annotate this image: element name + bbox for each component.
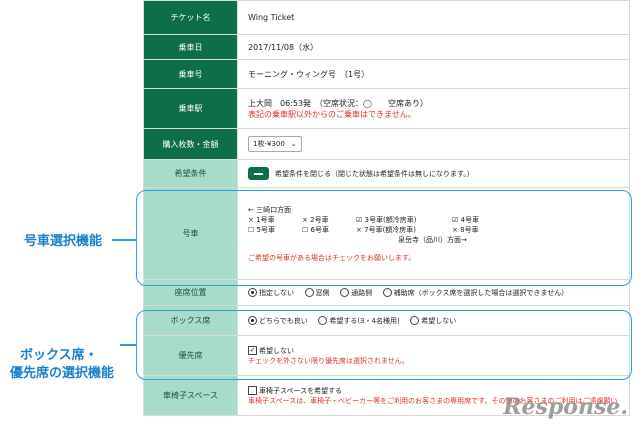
label-quantity: 購入枚数・金額 (143, 128, 238, 160)
box-priority-highlight (136, 310, 632, 380)
value-ticket: Wing Ticket (237, 0, 630, 35)
callout-box-priority-2: 優先席の選択機能 (10, 366, 115, 381)
collapse-conditions-button[interactable] (248, 167, 269, 180)
box-priority-leader (120, 344, 136, 346)
station-info: 上大岡 06:53発 （空席状況：◯ 空席あり） (248, 98, 429, 108)
row-conditions: 希望条件 希望条件を閉じる（閉じた状態は希望条件は無しになります。） (143, 159, 630, 188)
seat-position-option-1[interactable]: 窓側 (304, 288, 330, 297)
value-station: 上大岡 06:53発 （空席状況：◯ 空席あり） 表記の乗車駅以外からのご乗車は… (237, 88, 630, 129)
car-select-highlight (136, 190, 632, 286)
label-wheelchair: 車椅子スペース (143, 375, 238, 416)
seat-position-label-2: 通路側 (351, 288, 373, 297)
quantity-selected: 1枚-¥300 (253, 140, 285, 148)
row-ticket: チケット名 Wing Ticket (143, 0, 630, 35)
quantity-select[interactable]: 1枚-¥300 ⌄ (248, 136, 302, 152)
row-station: 乗車駅 上大岡 06:53発 （空席状況：◯ 空席あり） 表記の乗車駅以外からの… (143, 88, 630, 129)
chevron-down-icon: ⌄ (290, 140, 297, 148)
seat-position-label-3: 補助席（ボックス席を選択した場合は選択できません） (393, 288, 569, 297)
car-select-leader (112, 239, 136, 241)
radio-icon (382, 288, 392, 297)
wheelchair-checkbox-label: 車椅子スペースを希望する (259, 386, 343, 395)
value-train: モーニング・ウィング号 （1号） (237, 59, 630, 89)
label-train: 乗車号 (143, 59, 238, 89)
station-note: 表記の乗車駅以外からのご乗車はできません。 (248, 109, 416, 119)
radio-icon (340, 288, 350, 297)
seat-position-option-0[interactable]: 指定しない (248, 288, 294, 297)
value-conditions: 希望条件を閉じる（閉じた状態は希望条件は無しになります。） (237, 159, 630, 188)
value-date: 2017/11/08（水） (237, 34, 630, 60)
conditions-text: 希望条件を閉じる（閉じた状態は希望条件は無しになります。） (275, 170, 474, 178)
seat-position-option-3[interactable]: 補助席（ボックス席を選択した場合は選択できません） (382, 288, 569, 297)
callout-box-priority-1: ボックス席・ (20, 348, 98, 363)
callout-car-select: 号車選択機能 (24, 234, 103, 249)
label-station: 乗車駅 (143, 88, 238, 129)
radio-icon (248, 288, 257, 297)
seat-position-label-0: 指定しない (259, 288, 294, 297)
label-conditions: 希望条件 (143, 159, 238, 188)
label-date: 乗車日 (143, 34, 238, 60)
row-quantity: 購入枚数・金額 1枚-¥300 ⌄ (143, 128, 630, 160)
row-date: 乗車日 2017/11/08（水） (143, 34, 630, 60)
checkbox-icon (248, 386, 257, 395)
label-ticket: チケット名 (143, 0, 238, 35)
seat-position-option-2[interactable]: 通路側 (340, 288, 373, 297)
radio-icon (304, 288, 314, 297)
row-train: 乗車号 モーニング・ウィング号 （1号） (143, 59, 630, 89)
value-quantity: 1枚-¥300 ⌄ (237, 128, 630, 160)
watermark-logo: Response. (503, 394, 628, 420)
seat-position-label-1: 窓側 (315, 288, 330, 297)
